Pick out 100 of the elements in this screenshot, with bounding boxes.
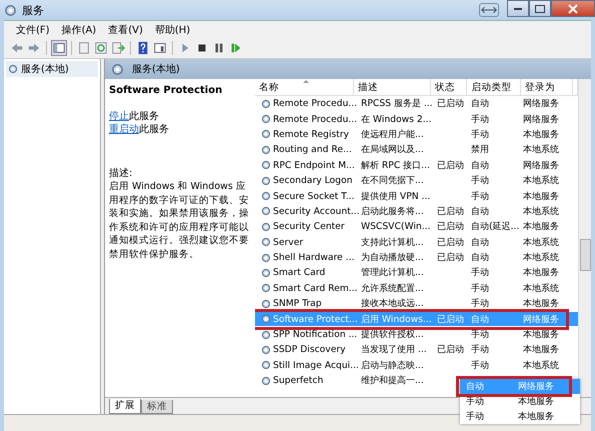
console-tree-icon[interactable] bbox=[52, 41, 66, 55]
table-cell-text: 手动 bbox=[470, 112, 490, 126]
table-cell-text: 手动 bbox=[470, 266, 490, 280]
maximize-button[interactable] bbox=[529, 0, 551, 17]
column-header[interactable]: 名称 bbox=[255, 79, 354, 95]
gear-icon bbox=[261, 160, 271, 170]
tree-item[interactable]: 服务(本地) bbox=[6, 61, 98, 77]
table-cell-text: 已启动 bbox=[436, 220, 465, 234]
table-cell-text: 已启动 bbox=[436, 97, 465, 110]
table-cell-text: 已启动 bbox=[436, 236, 465, 249]
table-cell-text: 自动(延迟... bbox=[470, 220, 520, 234]
table-cell-text: 接收本地或远... bbox=[360, 297, 425, 310]
action-link[interactable]: 重启动 bbox=[109, 124, 139, 135]
gear-icon bbox=[261, 268, 271, 278]
table-cell-text: 自动 bbox=[470, 97, 490, 110]
gear-icon bbox=[261, 98, 271, 109]
column-header[interactable]: 描述 bbox=[354, 79, 432, 95]
table-cell-text: SNMP Trap bbox=[272, 298, 323, 310]
table-cell-text: 在不同凭据下... bbox=[360, 174, 425, 188]
table-cell-text: Remote Registry bbox=[272, 128, 350, 140]
table-cell-text: 管理此计算机... bbox=[360, 266, 425, 280]
table-cell-text: 手动 bbox=[470, 190, 490, 203]
table-cell-text: 自动 bbox=[470, 312, 490, 326]
minimize-button[interactable] bbox=[507, 0, 529, 17]
table-cell-text: 本地服务 bbox=[522, 328, 560, 342]
table-cell-text: 本地系统 bbox=[522, 236, 560, 249]
table-cell-text: RPCSS 服务是 ... bbox=[360, 97, 434, 110]
table-cell-text: 启动此服务将... bbox=[360, 204, 425, 218]
table-cell-text: 自动 bbox=[470, 204, 490, 218]
gear-icon bbox=[261, 376, 271, 386]
export-icon[interactable] bbox=[111, 41, 125, 55]
action-link[interactable]: 停止 bbox=[109, 111, 129, 122]
table-cell-text: Superfetch bbox=[272, 375, 324, 386]
table-cell-text: 已启动 bbox=[436, 251, 465, 264]
scrollbar[interactable] bbox=[578, 79, 591, 397]
menu-item[interactable]: 操作(A) bbox=[62, 22, 96, 36]
table-cell-text: 手动 bbox=[470, 343, 490, 356]
back-arrow-icon[interactable] bbox=[10, 41, 24, 55]
properties-icon[interactable] bbox=[153, 41, 167, 55]
table-cell-text: 禁用 bbox=[470, 143, 490, 156]
gear-icon bbox=[261, 330, 271, 340]
menu-item[interactable]: 文件(F) bbox=[16, 22, 50, 36]
description-label: 描述: bbox=[109, 166, 134, 180]
table-cell-text: 启动与静态映... bbox=[360, 358, 425, 372]
panel-title: 服务(本地) bbox=[132, 62, 180, 76]
column-header[interactable]: 登录为 bbox=[521, 79, 573, 95]
help-icon[interactable] bbox=[136, 41, 150, 55]
table-cell-text: SSDP Discovery bbox=[272, 344, 347, 356]
resize-icon[interactable] bbox=[479, 3, 499, 17]
table-cell-text: 本地服务 bbox=[522, 190, 560, 203]
table-cell-text: 网络服务 bbox=[522, 112, 560, 126]
table-cell-text: Security Account... bbox=[272, 206, 359, 217]
window-title: 服务 bbox=[22, 2, 44, 18]
table-cell-text: 已启动 bbox=[436, 158, 465, 172]
column-header[interactable]: 启动类型 bbox=[467, 79, 522, 95]
table-cell-text: Shell Hardware ... bbox=[272, 252, 356, 264]
table-cell-text: RPC Endpoint M... bbox=[272, 160, 356, 171]
table-cell-text: 当发现了使用 ... bbox=[360, 343, 428, 356]
table-cell-text: 本地服务 bbox=[522, 297, 560, 310]
table-cell-text: Smart Card Rem... bbox=[272, 282, 358, 294]
menu-item[interactable]: 查看(V) bbox=[108, 22, 143, 36]
restart-icon[interactable] bbox=[229, 41, 243, 55]
table-cell-text: Remote Procedu... bbox=[272, 98, 358, 110]
table-cell-text: 本地系统 bbox=[522, 282, 560, 295]
gear-icon bbox=[261, 360, 271, 370]
gear-icon bbox=[261, 237, 271, 248]
table-cell-text: 手动 bbox=[470, 174, 490, 188]
table-cell-text: Smart Card bbox=[272, 267, 326, 278]
table-cell-text: 本地系统 bbox=[522, 358, 560, 372]
menu-item[interactable]: 帮助(H) bbox=[154, 22, 190, 36]
table-cell-text: 本地系统 bbox=[522, 143, 560, 156]
table-cell-text: 手动 bbox=[470, 358, 490, 372]
close-button[interactable] bbox=[551, 0, 595, 17]
close-icon bbox=[568, 4, 578, 14]
gear-icon bbox=[261, 252, 271, 263]
gear-icon bbox=[111, 62, 124, 76]
tab[interactable]: 标准 bbox=[141, 400, 173, 414]
refresh-icon[interactable] bbox=[94, 41, 108, 55]
forward-arrow-icon[interactable] bbox=[27, 41, 41, 55]
table-cell-text: 手动 bbox=[470, 282, 490, 295]
gear-icon bbox=[261, 298, 271, 309]
sort-caret-icon bbox=[303, 80, 309, 83]
table-cell-text: 本地服务 bbox=[522, 343, 560, 356]
column-header[interactable]: 状态 bbox=[431, 79, 468, 95]
table-cell-text: 手动 bbox=[470, 297, 490, 310]
tab[interactable]: 扩展 bbox=[109, 399, 141, 414]
table-cell-text: 自动 bbox=[465, 380, 485, 393]
gear-icon bbox=[261, 176, 271, 186]
table-cell-text: 使远程用户能... bbox=[360, 128, 425, 141]
table-cell-text: 本地服务 bbox=[522, 128, 560, 141]
table-cell-text: 网络服务 bbox=[522, 97, 560, 110]
table-cell-text: 支持此计算机... bbox=[360, 236, 425, 249]
table-cell-text: 提供软件授权... bbox=[360, 328, 425, 342]
table-cell-text: 本地服务 bbox=[517, 395, 555, 408]
gear-icon bbox=[261, 283, 271, 294]
table-cell-text: 维护和提高一... bbox=[360, 374, 425, 388]
table-cell-text: Remote Procedu... bbox=[272, 114, 358, 125]
table-cell-text: 本地系统 bbox=[522, 174, 560, 188]
table-cell-text: 已启动 bbox=[436, 204, 465, 218]
document-icon[interactable] bbox=[77, 41, 91, 55]
